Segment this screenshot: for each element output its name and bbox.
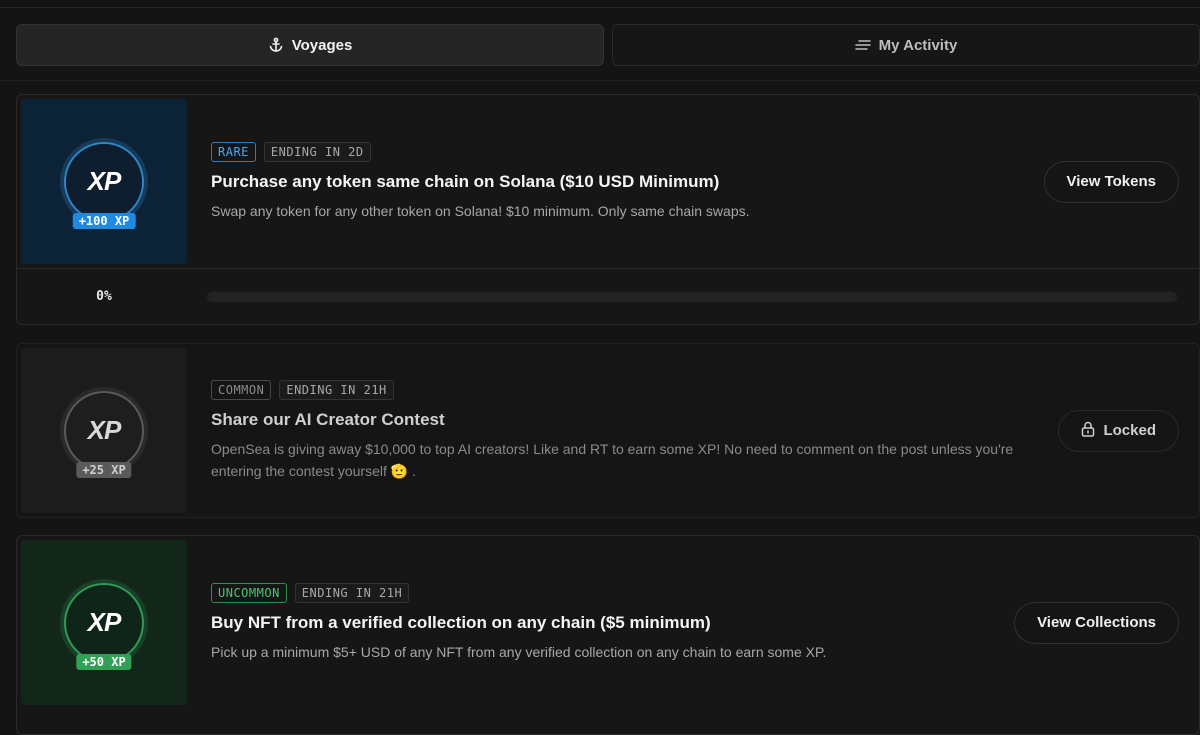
progress-row: 0% — [17, 268, 1199, 324]
quest-description: Swap any token for any other token on So… — [211, 202, 750, 219]
rarity-tag: COMMON — [211, 379, 272, 400]
xp-badge: XP +25 XP — [66, 392, 142, 478]
view-tokens-button[interactable]: View Tokens — [1043, 160, 1179, 203]
xp-badge: XP +100 XP — [66, 143, 142, 229]
tab-my-activity-label: My Activity — [878, 36, 958, 54]
divider — [0, 80, 1200, 81]
tab-my-activity[interactable]: My Activity — [612, 24, 1200, 66]
tab-voyages[interactable]: Voyages — [16, 24, 604, 66]
progress-bar — [207, 291, 1177, 302]
xp-reward: +25 XP — [76, 461, 132, 478]
quest-info: RARE ENDING IN 2D Purchase any token sam… — [191, 95, 1044, 268]
progress-percent: 0% — [96, 289, 112, 304]
xp-logo-icon: XP — [66, 143, 142, 220]
quest-description: Pick up a minimum $5+ USD of any NFT fro… — [211, 643, 827, 660]
quest-info: COMMON ENDING IN 21H Share our AI Creato… — [191, 344, 1058, 517]
rarity-tag: UNCOMMON — [211, 582, 287, 603]
locked-button[interactable]: Locked — [1058, 409, 1179, 452]
list-icon — [854, 38, 871, 52]
locked-label: Locked — [1103, 422, 1156, 439]
lock-icon — [1081, 421, 1095, 441]
quest-thumbnail: XP +25 XP — [21, 348, 187, 513]
quest-thumbnail: XP +50 XP — [21, 540, 187, 705]
quest-card: XP +50 XP UNCOMMON ENDING IN 21H Buy NFT… — [16, 535, 1200, 735]
quest-title: Buy NFT from a verified collection on an… — [211, 612, 711, 632]
ending-tag: ENDING IN 21H — [294, 582, 410, 603]
quest-info: UNCOMMON ENDING IN 21H Buy NFT from a ve… — [191, 536, 1014, 709]
quest-card: XP +25 XP COMMON ENDING IN 21H Share our… — [16, 343, 1200, 518]
quest-title: Share our AI Creator Contest — [211, 409, 445, 429]
tab-voyages-label: Voyages — [291, 36, 353, 54]
top-bar — [0, 0, 1200, 8]
view-collections-label: View Collections — [1037, 614, 1156, 631]
xp-logo-icon: XP — [66, 584, 142, 661]
rarity-tag: RARE — [211, 141, 256, 162]
quest-title: Purchase any token same chain on Solana … — [211, 171, 720, 191]
xp-reward: +100 XP — [72, 212, 136, 229]
tab-bar: Voyages My Activity — [16, 24, 1200, 66]
xp-badge: XP +50 XP — [66, 584, 142, 670]
view-tokens-label: View Tokens — [1066, 173, 1156, 190]
quest-card: XP +100 XP RARE ENDING IN 2D Purchase an… — [16, 94, 1200, 325]
quest-description: OpenSea is giving away $10,000 to top AI… — [211, 440, 1014, 479]
anchor-icon — [268, 37, 284, 53]
view-collections-button[interactable]: View Collections — [1014, 601, 1179, 644]
quest-thumbnail: XP +100 XP — [21, 99, 187, 264]
ending-tag: ENDING IN 2D — [263, 141, 371, 162]
ending-tag: ENDING IN 21H — [279, 379, 394, 400]
xp-reward: +50 XP — [76, 653, 132, 670]
xp-logo-icon: XP — [66, 392, 142, 469]
